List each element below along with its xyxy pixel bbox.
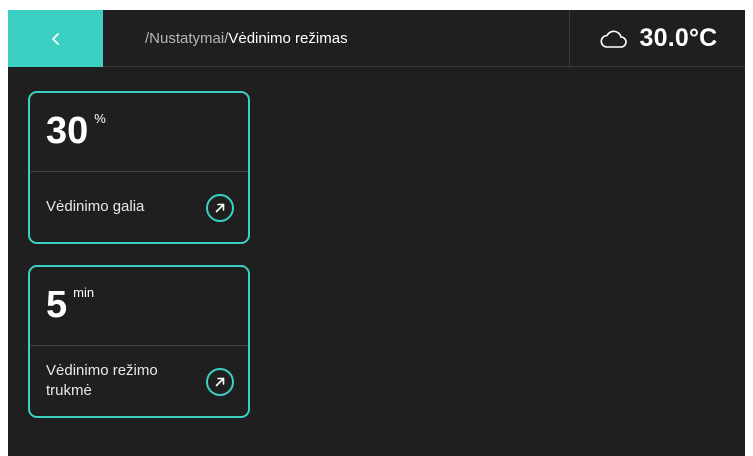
fan-power-unit: % [94,111,106,126]
temperature-value: 30.0°C [639,24,718,52]
card-value: 30 % [46,107,106,169]
breadcrumb: /Nustatymai/Vėdinimo režimas [103,10,348,67]
cloud-icon [600,30,627,48]
duration-label: Vėdinimo režimo trukmė [46,361,158,399]
fan-power-edit-button[interactable] [206,194,234,222]
fan-power-label: Vėdinimo galia [46,197,145,215]
chevron-left-icon [51,32,59,45]
arrow-up-right-icon [215,377,225,387]
back-button[interactable] [8,10,103,67]
breadcrumb-parent[interactable]: /Nustatymai/ [145,30,228,47]
fan-power-card[interactable]: 30 % Vėdinimo galia [28,91,250,244]
fan-power-value: 30 [46,110,89,152]
arrow-up-right-icon [215,203,225,213]
weather-widget: 30.0°C [569,10,745,67]
app-screen: /Nustatymai/Vėdinimo režimas 30.0°C 30 %… [8,10,745,456]
card-value: 5 min [46,281,94,343]
duration-unit: min [73,285,95,300]
breadcrumb-current: Vėdinimo režimas [228,30,348,47]
duration-value: 5 [46,284,68,326]
duration-edit-button[interactable] [206,368,234,396]
top-bar: /Nustatymai/Vėdinimo režimas 30.0°C [8,10,745,67]
ventilation-duration-card[interactable]: 5 min Vėdinimo režimo trukmė [28,265,250,418]
